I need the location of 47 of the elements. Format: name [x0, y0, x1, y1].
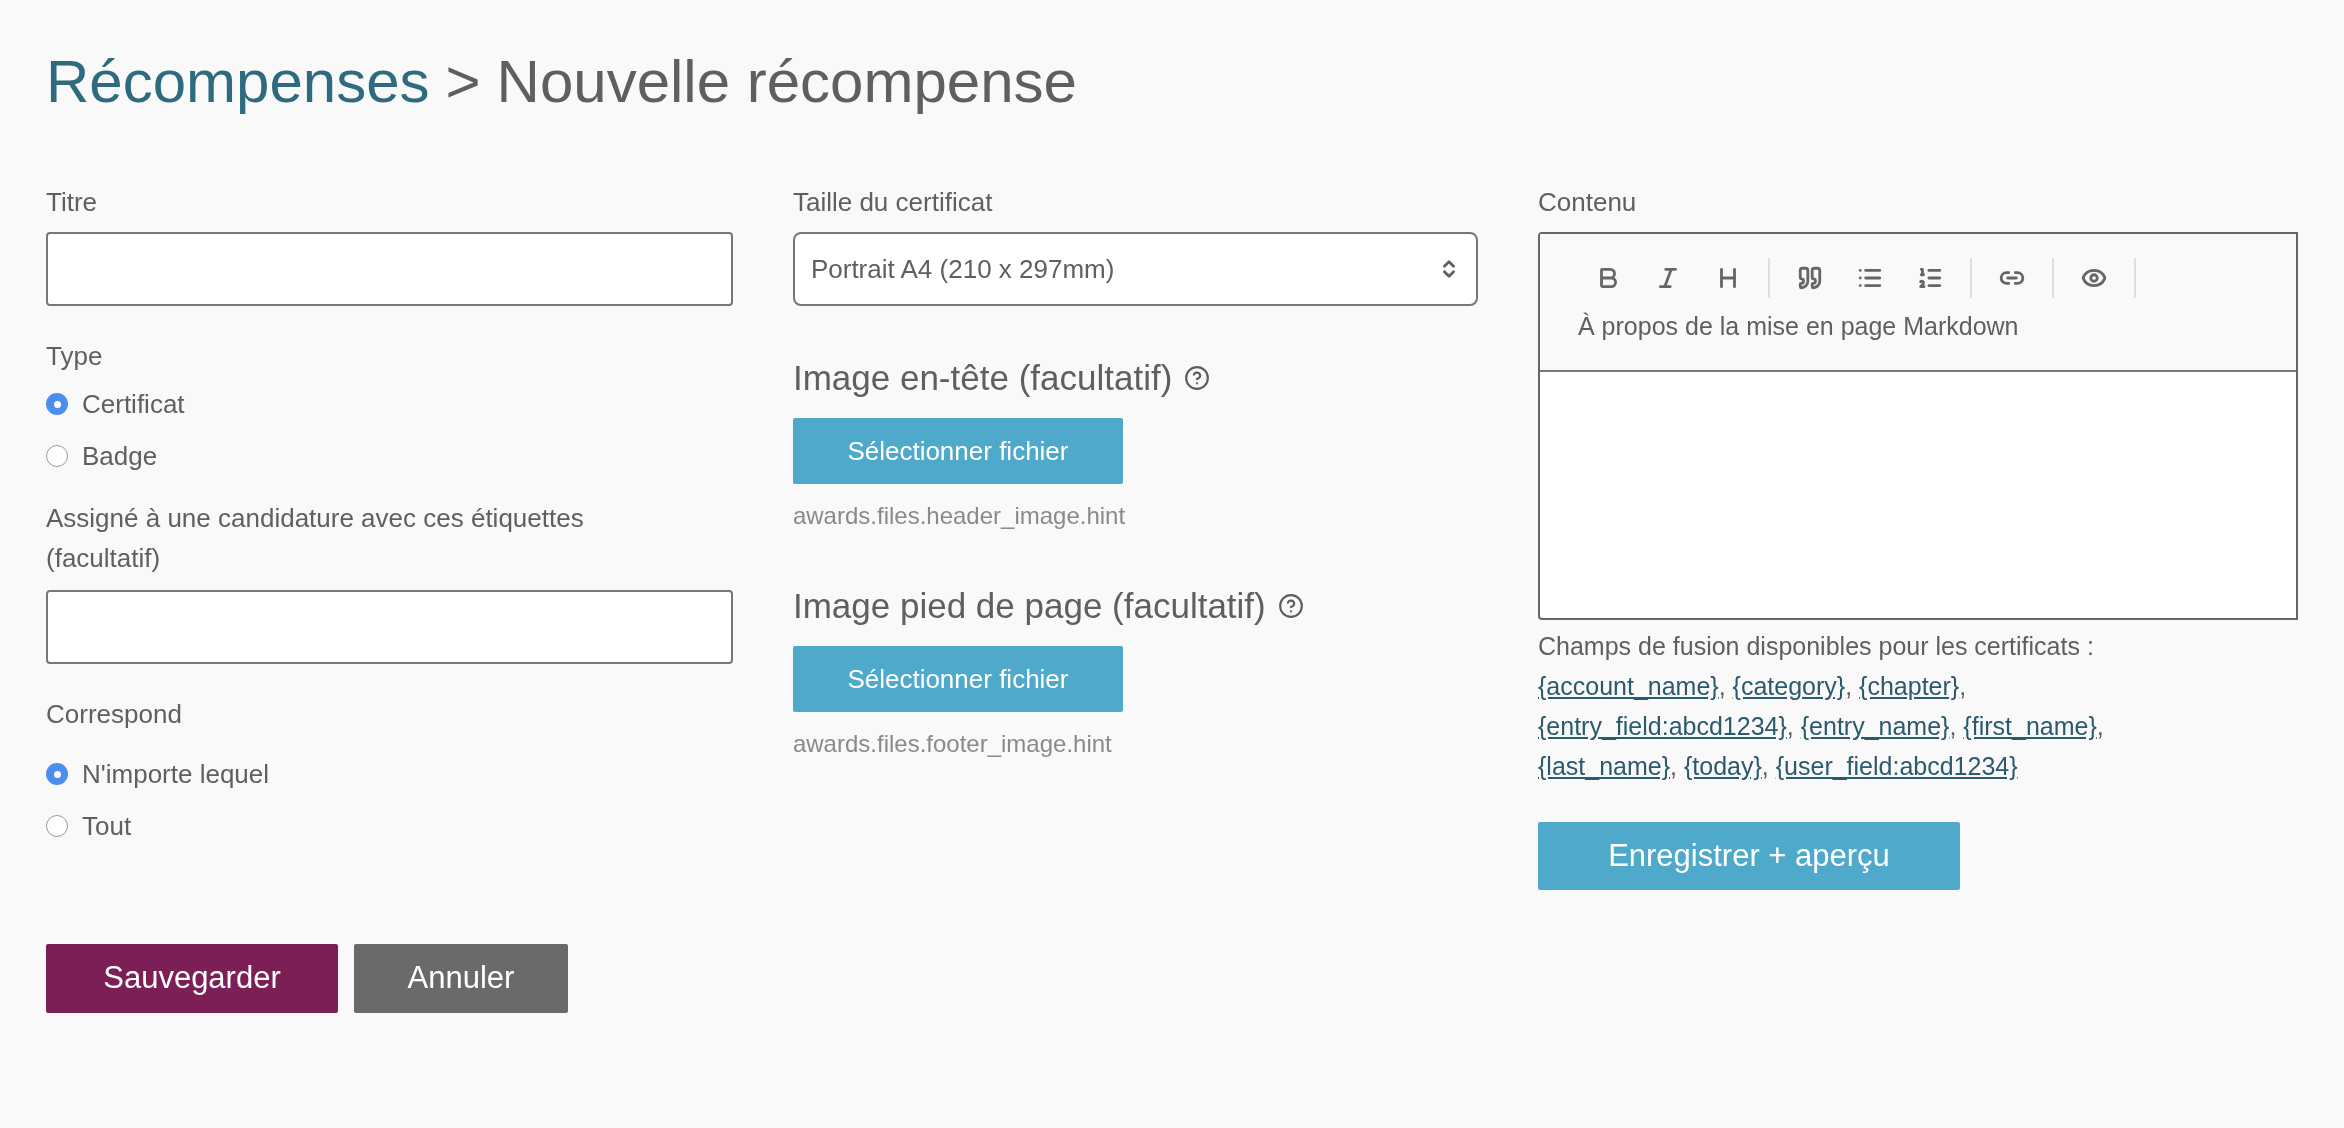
radio-button[interactable] [46, 393, 68, 415]
merge-fields-label: Champs de fusion disponibles pour les certificats : [1538, 632, 2094, 660]
merge-field-link[interactable]: {entry_name} [1800, 712, 1950, 740]
save-button[interactable]: Sauvegarder [46, 944, 338, 1013]
hint-text: awards.files.header_image.hint [792, 501, 1127, 531]
merge-field-link[interactable]: {account_name} [1538, 672, 1719, 700]
help-icon[interactable] [1184, 365, 1211, 391]
size-select[interactable]: Portrait A4 (210 x 297mm) [792, 232, 1478, 306]
field-label: Taille du certificat [792, 186, 994, 218]
radio-label: Tout [82, 809, 132, 843]
merge-field-link[interactable]: {first_name} [1963, 712, 2097, 740]
separator-comma: , [1718, 672, 1726, 700]
radio-label: Certificat [82, 387, 185, 421]
section-heading: Image en-tête (facultatif) [792, 357, 1173, 399]
merge-field-link[interactable]: {today} [1683, 752, 1762, 780]
help-icon[interactable] [1277, 593, 1304, 619]
radio-label: Badge [82, 439, 158, 473]
tags-input[interactable] [46, 590, 733, 664]
radio-label: N'importe lequel [82, 757, 270, 791]
radio-button[interactable] [46, 815, 68, 837]
field-label: Correspond [46, 698, 183, 730]
merge-field-link[interactable]: {chapter} [1859, 672, 1960, 700]
separator-comma: , [1670, 752, 1677, 780]
hint-text: awards.files.footer_image.hint [792, 729, 1113, 759]
field-label: Titre [46, 186, 99, 218]
separator-comma: , [1845, 672, 1853, 700]
radio-button[interactable] [46, 445, 68, 467]
field-label: Type [46, 340, 104, 372]
merge-field-link[interactable]: {user_field:abcd1234} [1775, 752, 2018, 780]
breadcrumb-link[interactable]: Récompenses [46, 52, 430, 112]
field-label: Contenu [1538, 186, 1638, 218]
cancel-button[interactable]: Annuler [354, 944, 568, 1013]
page-title: Nouvelle récompense [496, 52, 1077, 112]
merge-field-link[interactable]: {category} [1732, 672, 1846, 700]
radio-button[interactable] [46, 763, 68, 785]
separator-comma: , [2096, 712, 2104, 740]
field-label: Assigné à une candidature avec ces étiquettes (facultatif) [46, 502, 585, 575]
section-heading: Image pied de page (facultatif) [792, 585, 1266, 627]
separator-comma: , [1786, 712, 1794, 740]
separator-comma: , [1959, 672, 1967, 700]
merge-field-link[interactable]: {last_name} [1538, 752, 1671, 780]
title-input[interactable] [46, 232, 733, 306]
breadcrumb-separator: > [445, 52, 481, 112]
separator-comma: , [1949, 712, 1957, 740]
markdown-help-link[interactable]: À propos de la mise en page Markdown [1578, 308, 2258, 346]
separator-comma: , [1761, 752, 1769, 780]
merge-field-link[interactable]: {entry_field:abcd1234} [1538, 712, 1787, 740]
